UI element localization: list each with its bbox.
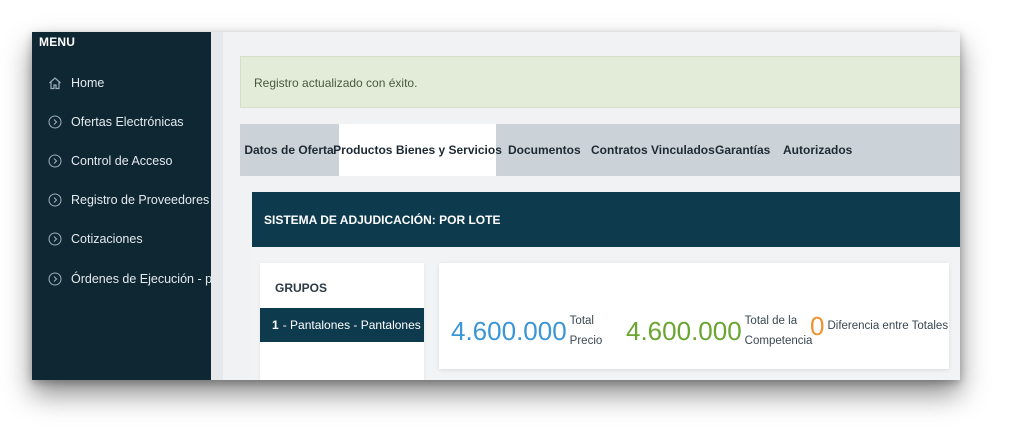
- tab-label: Garantías: [715, 143, 771, 157]
- tab-productos-bienes-y-servicios[interactable]: Productos Bienes y Servicios: [333, 124, 502, 176]
- sidebar-item-control-de-acceso[interactable]: Control de Acceso: [32, 146, 211, 176]
- chevron-right-circle-icon: [48, 115, 62, 129]
- groups-title: GRUPOS: [275, 281, 328, 295]
- tab-garantias[interactable]: Garantías: [715, 124, 770, 176]
- sidebar-item-registro-de-proveedores[interactable]: Registro de Proveedores: [32, 185, 211, 215]
- success-alert: Registro actualizado con éxito. X: [240, 56, 960, 108]
- tab-documentos[interactable]: Documentos: [508, 124, 581, 176]
- total-competencia-value: 4.600.000: [626, 316, 742, 346]
- sidebar-item-label: Cotizaciones: [71, 232, 143, 246]
- tab-label: Productos Bienes y Servicios: [333, 143, 502, 157]
- chevron-right-circle-icon: [48, 154, 62, 168]
- tab-bar: Datos de Oferta Productos Bienes y Servi…: [240, 124, 960, 176]
- alert-message: Registro actualizado con éxito.: [254, 76, 418, 90]
- group-number: 1: [272, 318, 279, 332]
- sidebar-item-label: Control de Acceso: [71, 154, 173, 168]
- diferencia-totales: 0 Diferencia entre Totales: [810, 311, 948, 341]
- main-gutter: [211, 32, 223, 380]
- chevron-right-circle-icon: [48, 232, 62, 246]
- sidebar-item-cotizaciones[interactable]: Cotizaciones: [32, 224, 211, 254]
- total-competencia-label: Total de la Competencia: [745, 311, 813, 351]
- home-icon: [48, 76, 62, 90]
- sidebar: MENU Home Ofertas Electrónicas Control d…: [32, 32, 250, 380]
- label-line: Total de la: [744, 315, 798, 327]
- total-competencia: 4.600.000 Total de la Competencia: [626, 311, 812, 351]
- total-precio-label: Total Precio: [570, 311, 603, 351]
- menu-title: MENU: [39, 35, 76, 49]
- group-item[interactable]: 1 - Pantalones - Pantalones: [260, 308, 424, 342]
- chevron-right-circle-icon: [48, 272, 62, 286]
- sidebar-item-label: Registro de Proveedores: [71, 193, 210, 207]
- tab-contratos-vinculados[interactable]: Contratos Vinculados: [591, 124, 715, 176]
- label-line: Competencia: [744, 335, 813, 347]
- diferencia-label: Diferencia entre Totales: [827, 320, 949, 332]
- chevron-right-circle-icon: [48, 193, 62, 207]
- tab-datos-de-oferta[interactable]: Datos de Oferta: [240, 124, 338, 176]
- tab-label: Documentos: [508, 143, 581, 157]
- tab-autorizados[interactable]: Autorizados: [783, 124, 852, 176]
- tab-label: Contratos Vinculados: [591, 143, 715, 157]
- tab-label: Autorizados: [783, 143, 853, 157]
- groups-panel: GRUPOS 1 - Pantalones - Pantalones: [260, 263, 424, 380]
- label-line: Precio: [569, 335, 603, 347]
- total-precio-value: 4.600.000: [451, 316, 567, 346]
- diferencia-value: 0: [810, 311, 825, 341]
- sidebar-item-label: Home: [71, 76, 105, 90]
- panel-header: SISTEMA DE ADJUDICACIÓN: POR LOTE: [252, 192, 960, 247]
- app-window: MENU Home Ofertas Electrónicas Control d…: [32, 32, 960, 380]
- sidebar-item-home[interactable]: Home: [32, 68, 211, 98]
- sidebar-item-label: Ofertas Electrónicas: [71, 115, 184, 129]
- panel-title: SISTEMA DE ADJUDICACIÓN: POR LOTE: [264, 213, 501, 227]
- totals-card: 4.600.000 Total Precio 4.600.000 Total d…: [439, 263, 949, 369]
- sidebar-item-ofertas-electronicas[interactable]: Ofertas Electrónicas: [32, 107, 211, 137]
- tab-label: Datos de Oferta: [244, 143, 334, 157]
- group-label: - Pantalones - Pantalones: [282, 318, 421, 332]
- label-line: Total: [569, 315, 594, 327]
- total-precio: 4.600.000 Total Precio: [451, 311, 602, 351]
- sidebar-item-ordenes-de-ejecucion[interactable]: Órdenes de Ejecución - proveed: [32, 264, 250, 294]
